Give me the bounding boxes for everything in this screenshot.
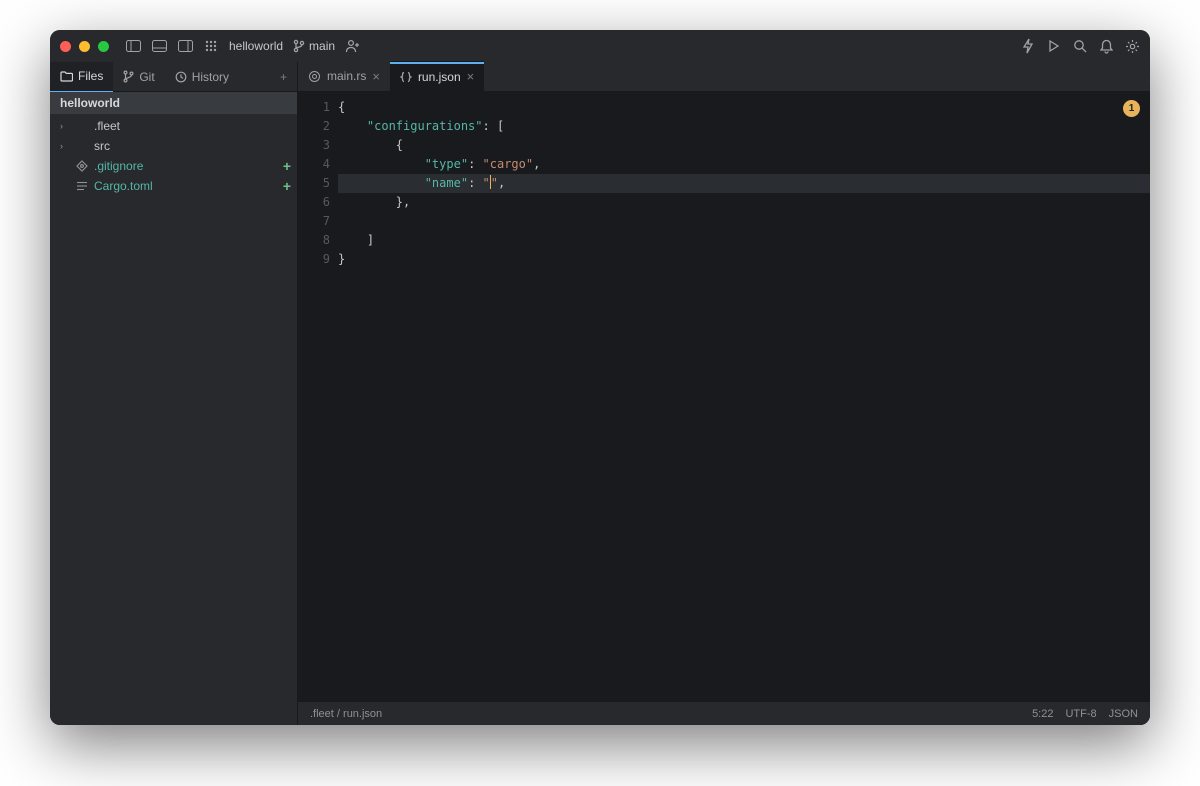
statusbar: .fleet / run.json 5:22 UTF-8 JSON	[298, 701, 1150, 725]
titlebar: helloworld main	[50, 30, 1150, 62]
language-indicator[interactable]: JSON	[1109, 708, 1138, 720]
tree-folder[interactable]: › src	[50, 136, 297, 156]
chevron-right-icon: ›	[60, 141, 70, 151]
encoding-indicator[interactable]: UTF-8	[1065, 708, 1096, 720]
sidebar-tab-files[interactable]: Files	[50, 62, 113, 93]
code-line[interactable]: "name": "",	[338, 174, 1150, 193]
line-number[interactable]: 5	[298, 174, 338, 193]
line-number[interactable]: 7	[298, 212, 338, 231]
close-tab-icon[interactable]: ×	[372, 69, 380, 84]
code-line[interactable]: ]	[338, 231, 1150, 250]
git-added-icon: +	[283, 178, 291, 194]
file-tree: › .fleet › src .gitignore + Cargo.toml +	[50, 114, 297, 725]
settings-icon[interactable]	[1124, 38, 1140, 54]
editor-tab[interactable]: run.json ×	[390, 61, 484, 91]
project-root[interactable]: helloworld	[50, 92, 297, 114]
code-line[interactable]	[338, 212, 1150, 231]
add-sidebar-tab-button[interactable]: +	[270, 70, 297, 84]
line-number[interactable]: 3	[298, 136, 338, 155]
history-icon	[175, 71, 187, 83]
breadcrumb-sep: /	[334, 708, 343, 720]
tree-file[interactable]: Cargo.toml +	[50, 176, 297, 196]
line-number[interactable]: 2	[298, 117, 338, 136]
tree-item-label: src	[94, 139, 291, 153]
add-collaborator-icon[interactable]	[345, 38, 361, 54]
smart-mode-icon[interactable]	[1020, 38, 1036, 54]
tree-item-label: .gitignore	[94, 159, 278, 173]
code-line[interactable]: {	[338, 136, 1150, 155]
code-content[interactable]: { "configurations": [ { "type": "cargo",…	[338, 92, 1150, 701]
editor-tab[interactable]: main.rs ×	[298, 61, 390, 91]
line-number[interactable]: 1	[298, 98, 338, 117]
line-number[interactable]: 9	[298, 250, 338, 269]
code-line[interactable]: },	[338, 193, 1150, 212]
editor-tabs: main.rs × run.json ×	[298, 62, 1150, 92]
line-number[interactable]: 8	[298, 231, 338, 250]
sidebar: Files Git History + helloworld › .fleet › s…	[50, 62, 298, 725]
search-icon[interactable]	[1072, 38, 1088, 54]
editor-tab-label: main.rs	[327, 69, 366, 83]
titlebar-actions	[1020, 38, 1140, 54]
breadcrumb[interactable]: .fleet / run.json	[310, 708, 382, 720]
panel-toggles	[125, 38, 219, 54]
git-added-icon: +	[283, 158, 291, 174]
close-window-button[interactable]	[60, 41, 71, 52]
ide-window: helloworld main Files Git	[50, 30, 1150, 725]
left-panel-toggle-icon[interactable]	[125, 38, 141, 54]
json-file-icon	[400, 71, 412, 83]
run-icon[interactable]	[1046, 38, 1062, 54]
minimize-window-button[interactable]	[79, 41, 90, 52]
notifications-icon[interactable]	[1098, 38, 1114, 54]
code-line[interactable]: "configurations": [	[338, 117, 1150, 136]
sidebar-tab-history[interactable]: History	[165, 62, 239, 92]
zoom-window-button[interactable]	[98, 41, 109, 52]
bottom-panel-toggle-icon[interactable]	[151, 38, 167, 54]
code-line[interactable]: }	[338, 250, 1150, 269]
editor[interactable]: 1 123456789 { "configurations": [ { "typ…	[298, 92, 1150, 701]
sidebar-tabs: Files Git History +	[50, 62, 297, 92]
cursor-position[interactable]: 5:22	[1032, 708, 1053, 720]
branch-icon	[293, 39, 305, 53]
tree-file[interactable]: .gitignore +	[50, 156, 297, 176]
breadcrumb-file: run.json	[343, 708, 382, 720]
tree-item-label: Cargo.toml	[94, 179, 278, 193]
git-icon	[123, 70, 134, 83]
line-number[interactable]: 6	[298, 193, 338, 212]
file-icon	[75, 180, 89, 192]
line-gutter: 123456789	[298, 92, 338, 701]
branch-indicator[interactable]: main	[293, 39, 335, 53]
folder-icon	[60, 71, 73, 82]
file-icon	[75, 160, 89, 172]
sidebar-tab-label: History	[192, 70, 229, 84]
code-line[interactable]: {	[338, 98, 1150, 117]
sidebar-tab-label: Git	[139, 70, 154, 84]
sidebar-tab-label: Files	[78, 69, 103, 83]
chevron-right-icon: ›	[60, 121, 70, 131]
right-panel-toggle-icon[interactable]	[177, 38, 193, 54]
project-title[interactable]: helloworld	[229, 39, 283, 53]
window-controls	[60, 41, 109, 52]
rust-file-icon	[308, 70, 321, 83]
editor-tab-label: run.json	[418, 70, 461, 84]
editor-area: main.rs × run.json × 1 123456789 { "configu…	[298, 62, 1150, 725]
apps-grid-icon[interactable]	[203, 38, 219, 54]
code-line[interactable]: "type": "cargo",	[338, 155, 1150, 174]
sidebar-tab-git[interactable]: Git	[113, 62, 164, 92]
branch-name: main	[309, 39, 335, 53]
tree-folder[interactable]: › .fleet	[50, 116, 297, 136]
line-number[interactable]: 4	[298, 155, 338, 174]
close-tab-icon[interactable]: ×	[467, 69, 475, 84]
breadcrumb-dir: .fleet	[310, 708, 334, 720]
tree-item-label: .fleet	[94, 119, 291, 133]
